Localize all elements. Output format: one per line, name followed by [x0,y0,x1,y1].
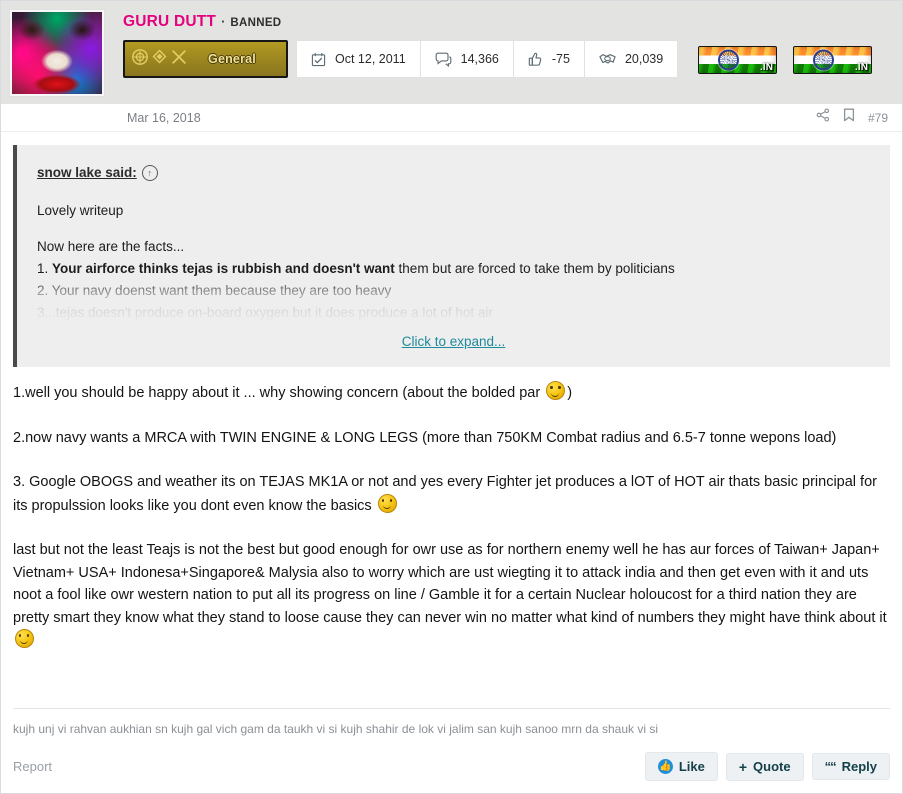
messages-icon [435,52,452,67]
quote-line-3: 1. Your airforce thinks tejas is rubbish… [37,258,870,280]
stat-joined: Oct 12, 2011 [297,41,421,77]
post-paragraph-1-text: 1.well you should be happy about it ... … [13,385,545,402]
quote-attribution: snow lake said: ↑ [37,163,870,184]
diamond-insignia-icon [151,48,168,70]
quote-line-3-rest: them but are forced to take them by poli… [394,260,675,276]
india-flag-badge: .IN [698,46,778,74]
post-paragraph-1-close: ) [567,385,573,402]
smiley-emoji-icon [546,381,566,401]
quote-line-1: Lovely writeup [37,202,124,218]
post-paragraph-2: 2.now navy wants a MRCA with TWIN ENGINE… [13,429,837,446]
post-paragraph-1: 1.well you should be happy about it ... … [13,381,890,404]
stat-joined-value: Oct 12, 2011 [335,52,406,66]
reply-button-label: Reply [841,759,877,774]
username-line: GURU DUTT · BANNED [123,9,894,31]
rank-title: General [208,52,256,66]
post-actions: 👍 Like + Quote ““ Reply [644,752,890,781]
stat-points: 20,039 [584,41,679,77]
like-button-label: Like [678,759,705,774]
quote-line-4: 2. Your navy doenst want them because th… [37,283,392,299]
flag-tld-label: .IN [759,62,774,73]
forum-post: GURU DUTT · BANNED General Oct 12, 2011 … [0,0,903,794]
stat-reactions: -75 [513,41,585,77]
click-to-expand-link[interactable]: Click to expand... [402,334,506,349]
post-date[interactable]: Mar 16, 2018 [127,111,201,125]
post-number[interactable]: #79 [868,111,888,125]
quote-author-link[interactable]: snow lake said: [37,163,137,184]
quote-button-label: Quote [753,759,791,774]
jump-to-post-icon[interactable]: ↑ [141,165,158,182]
quote-button[interactable]: + Quote [725,752,804,781]
share-icon[interactable] [816,108,830,127]
stat-messages: 14,366 [420,41,514,77]
thumbs-up-icon [528,52,543,67]
name-separator: · [221,14,226,29]
username[interactable]: GURU DUTT [123,13,216,31]
post-content: snow lake said: ↑ Lovely writeup Now her… [1,132,902,708]
stat-points-value: 20,039 [624,52,664,66]
quote-line-5: 3...tejas doesn't produce on-board oxyge… [37,305,493,321]
user-signature: kujh unj vi rahvan aukhian sn kujh gal v… [13,708,890,744]
post-paragraph-4: last but not the least Teajs is not the … [13,539,890,652]
user-meta-row: General Oct 12, 2011 14,366 -75 20,039 .… [123,40,894,80]
post-meta-actions: #79 [816,108,888,127]
quote-line-3-prefix: 1. [37,260,53,276]
report-link[interactable]: Report [13,759,52,774]
plus-icon: + [738,758,748,775]
india-flag-badge: .IN [793,46,873,74]
crossed-swords-icon [170,48,188,71]
handshake-icon [599,52,616,66]
quote-text: Lovely writeup Now here are the facts...… [37,200,870,325]
quote-block: snow lake said: ↑ Lovely writeup Now her… [13,145,890,368]
post-paragraph-4-text: last but not the least Teajs is not the … [13,542,887,626]
rank-badge: General [123,40,288,78]
post-footer: Report 👍 Like + Quote ““ Reply [1,744,902,793]
flag-tld-label: .IN [854,62,869,73]
avatar[interactable] [9,9,105,97]
user-stats: Oct 12, 2011 14,366 -75 20,039 [296,40,679,78]
quote-line-3-bold: Your airforce thinks tejas is rubbish an… [52,260,395,276]
user-flag-badges: .IN .IN [698,40,873,80]
quote-expand-row: Click to expand... [37,325,870,367]
stat-messages-value: 14,366 [460,52,499,66]
avatar-image [12,12,102,94]
post-paragraph-3: 3. Google OBOGS and weather its on TEJAS… [13,471,890,517]
like-button[interactable]: 👍 Like [644,752,718,781]
quotation-marks-icon: ““ [824,759,837,774]
calendar-icon [311,52,326,67]
user-status-banned: BANNED [230,17,282,29]
thumbs-up-icon: 👍 [657,759,673,774]
ashoka-chakra-icon [718,49,740,71]
reply-button[interactable]: ““ Reply [811,753,890,780]
quote-line-2: Now here are the facts... [37,238,185,254]
ashoka-chakra-icon [813,49,835,71]
post-paragraph-3-text: 3. Google OBOGS and weather its on TEJAS… [13,474,877,514]
smiley-emoji-icon [15,628,34,648]
bookmark-icon[interactable] [843,108,855,127]
star-medal-icon [131,48,149,71]
stat-reactions-value: -75 [551,52,570,66]
user-info: GURU DUTT · BANNED General Oct 12, 2011 … [105,9,894,104]
post-date-bar: Mar 16, 2018 #79 [1,104,902,132]
post-header: GURU DUTT · BANNED General Oct 12, 2011 … [1,1,902,104]
smiley-emoji-icon [377,493,397,513]
